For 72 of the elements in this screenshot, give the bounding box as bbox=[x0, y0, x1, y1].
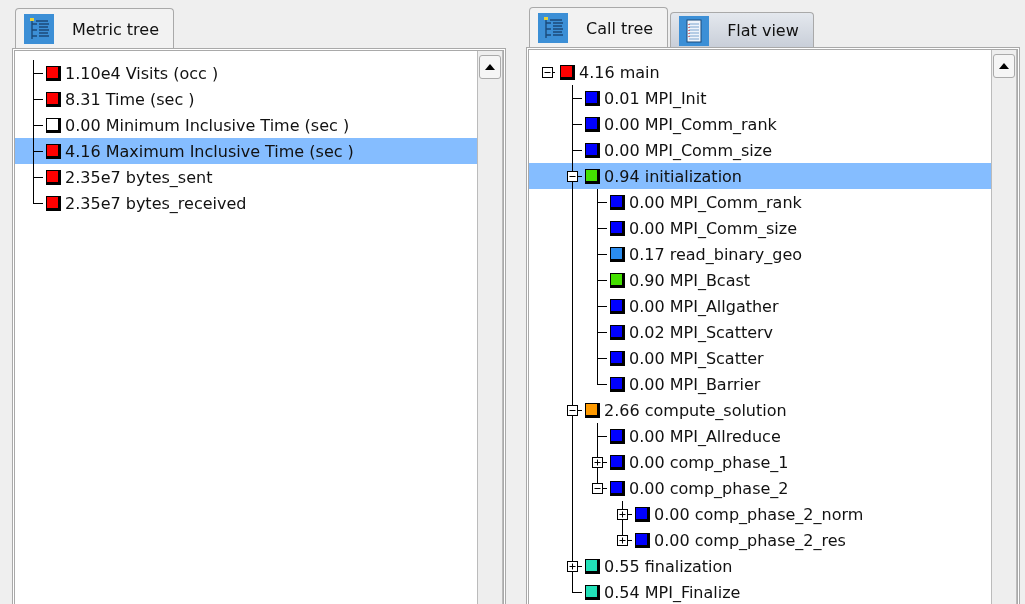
tab[interactable]: Metric tree bbox=[15, 8, 174, 49]
tree-row[interactable]: 0.00 MPI_Allgather bbox=[529, 293, 991, 319]
node-label: 2.66 compute_solution bbox=[604, 400, 787, 420]
node-label: 0.00 comp_phase_2_res bbox=[654, 530, 846, 550]
node-label: 0.94 initialization bbox=[604, 166, 742, 186]
tree-view-icon bbox=[24, 14, 54, 44]
expand-icon[interactable] bbox=[567, 561, 578, 572]
node-label: 0.00 Minimum Inclusive Time (sec ) bbox=[65, 115, 350, 135]
node-label: 0.00 MPI_Allgather bbox=[629, 296, 779, 316]
node-label: 0.00 MPI_Allreduce bbox=[629, 426, 781, 446]
scrollbar[interactable] bbox=[477, 51, 503, 604]
tree-row[interactable]: 2.35e7 bytes_received bbox=[15, 190, 477, 216]
node-label: 0.90 MPI_Bcast bbox=[629, 270, 751, 290]
scrollbar[interactable] bbox=[991, 50, 1017, 604]
tree-row[interactable]: 2.35e7 bytes_sent bbox=[15, 164, 477, 190]
tree-view-icon bbox=[538, 13, 568, 43]
up-arrow-icon bbox=[999, 63, 1009, 69]
tree-row[interactable]: 0.02 MPI_Scatterv bbox=[529, 319, 991, 345]
node-label: 0.00 MPI_Comm_rank bbox=[604, 114, 777, 134]
tree-row[interactable]: 0.00 MPI_Barrier bbox=[529, 371, 991, 397]
node-label: 2.35e7 bytes_sent bbox=[65, 167, 213, 187]
expand-icon[interactable] bbox=[592, 457, 603, 468]
node-label: 0.00 MPI_Barrier bbox=[629, 374, 761, 394]
expand-icon[interactable] bbox=[617, 535, 628, 546]
node-label: 0.00 MPI_Comm_size bbox=[629, 218, 798, 238]
tree-row[interactable]: 0.00 MPI_Comm_rank bbox=[529, 189, 991, 215]
node-label: 0.00 comp_phase_2_norm bbox=[654, 504, 864, 524]
tree-row[interactable]: 0.17 read_binary_geo bbox=[529, 241, 991, 267]
node-label: 0.54 MPI_Finalize bbox=[604, 582, 741, 602]
tree-row[interactable]: 0.00 comp_phase_1 bbox=[529, 449, 991, 475]
tree-row[interactable]: 0.00 comp_phase_2_res bbox=[529, 527, 991, 553]
collapse-icon[interactable] bbox=[567, 171, 578, 182]
tab[interactable]: Call tree bbox=[529, 7, 669, 48]
tree-row[interactable]: 0.54 MPI_Finalize bbox=[529, 579, 991, 604]
up-arrow-icon bbox=[485, 64, 495, 70]
node-label: 0.55 finalization bbox=[604, 556, 733, 576]
tree-row[interactable]: 4.16 Maximum Inclusive Time (sec ) bbox=[15, 138, 477, 164]
tree-row[interactable]: 8.31 Time (sec ) bbox=[15, 86, 477, 112]
node-label: 0.00 MPI_Comm_rank bbox=[629, 192, 802, 212]
tree-row[interactable]: 1.10e4 Visits (occ ) bbox=[15, 60, 477, 86]
tree-row[interactable]: 0.01 MPI_Init bbox=[529, 85, 991, 111]
node-label: 0.01 MPI_Init bbox=[604, 88, 707, 108]
tree-row[interactable]: 0.90 MPI_Bcast bbox=[529, 267, 991, 293]
node-label: 0.00 MPI_Scatter bbox=[629, 348, 764, 368]
node-label: 4.16 Maximum Inclusive Time (sec ) bbox=[65, 141, 354, 161]
scroll-up-button[interactable] bbox=[993, 54, 1015, 78]
tree-row[interactable]: 0.00 MPI_Allreduce bbox=[529, 423, 991, 449]
node-label: 0.00 comp_phase_1 bbox=[629, 452, 789, 472]
tree-row[interactable]: 0.00 comp_phase_2 bbox=[529, 475, 991, 501]
tree-row[interactable]: 2.66 compute_solution bbox=[529, 397, 991, 423]
tree-row[interactable]: 0.94 initialization bbox=[529, 163, 991, 189]
node-label: 0.17 read_binary_geo bbox=[629, 244, 803, 264]
node-label: 0.00 comp_phase_2 bbox=[629, 478, 789, 498]
tree-row[interactable]: 0.00 MPI_Comm_rank bbox=[529, 111, 991, 137]
collapse-icon[interactable] bbox=[567, 405, 578, 416]
list-view-icon bbox=[679, 15, 710, 46]
tree-row[interactable]: 0.55 finalization bbox=[529, 553, 991, 579]
tab[interactable]: Flat view bbox=[670, 12, 814, 48]
tree-row[interactable]: 0.00 MPI_Scatter bbox=[529, 345, 991, 371]
node-label: 4.16 main bbox=[579, 62, 660, 82]
scroll-up-button[interactable] bbox=[479, 55, 501, 79]
expand-icon[interactable] bbox=[617, 509, 628, 520]
collapse-icon[interactable] bbox=[542, 67, 553, 78]
tree-row[interactable]: 0.00 comp_phase_2_norm bbox=[529, 501, 991, 527]
tree-row[interactable]: 4.16 main bbox=[529, 59, 991, 85]
node-label: 0.02 MPI_Scatterv bbox=[629, 322, 774, 342]
collapse-icon[interactable] bbox=[592, 483, 603, 494]
node-label: 8.31 Time (sec ) bbox=[65, 89, 195, 109]
node-label: 2.35e7 bytes_received bbox=[65, 193, 247, 213]
tree-row[interactable]: 0.00 MPI_Comm_size bbox=[529, 215, 991, 241]
node-label: 0.00 MPI_Comm_size bbox=[604, 140, 773, 160]
node-label: 1.10e4 Visits (occ ) bbox=[65, 63, 219, 83]
